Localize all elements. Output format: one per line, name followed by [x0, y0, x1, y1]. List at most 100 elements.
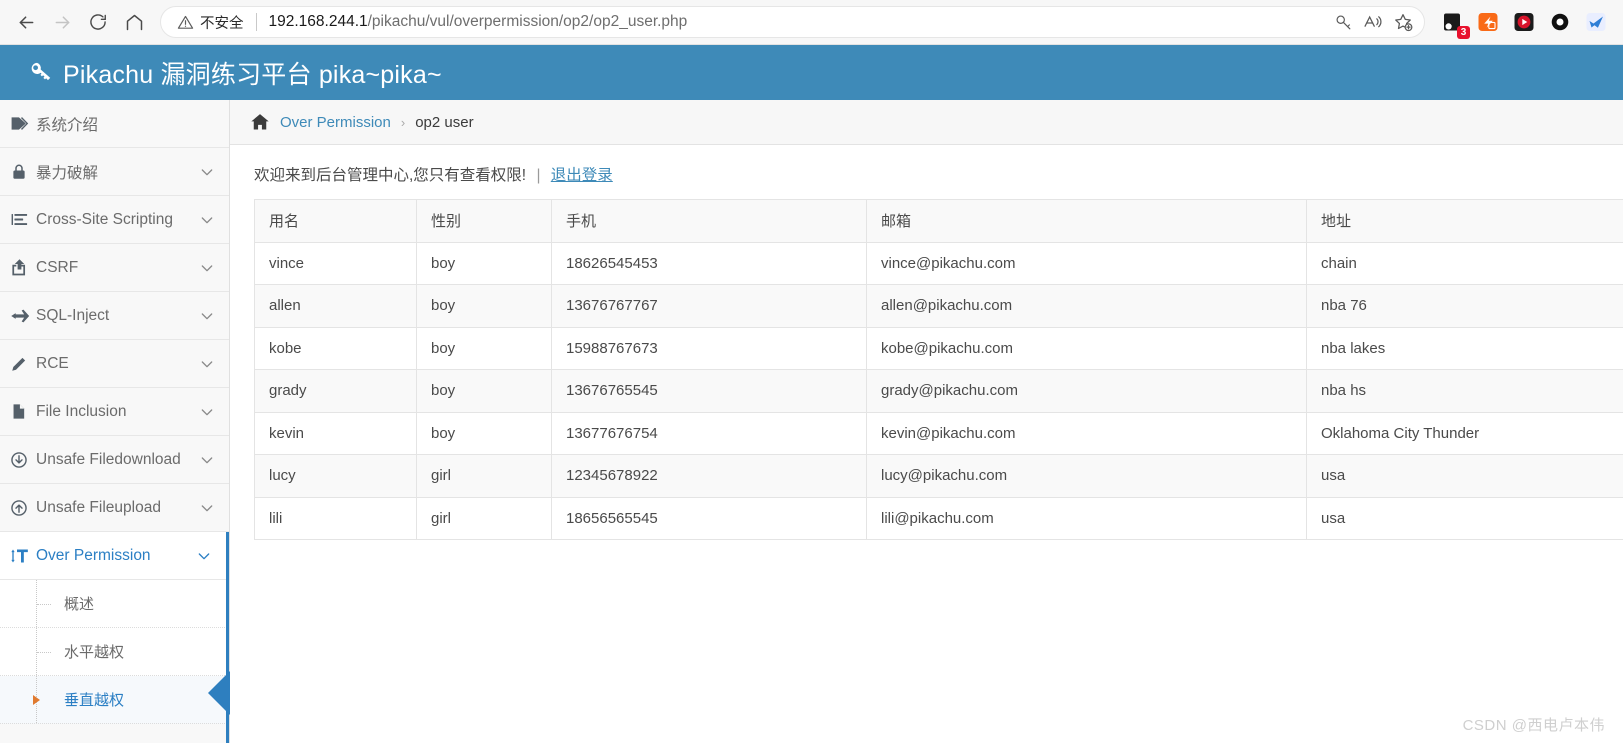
breadcrumb: Over Permission › op2 user: [230, 100, 1623, 145]
home-icon[interactable]: [250, 112, 270, 132]
read-aloud-icon[interactable]: [1358, 7, 1388, 37]
breadcrumb-parent-link[interactable]: Over Permission: [280, 114, 391, 131]
cell-username: vince: [254, 241, 417, 285]
chevron-down-icon[interactable]: [199, 404, 215, 420]
sidebar-item-label: 暴力破解: [36, 164, 99, 182]
cell-address: usa: [1306, 496, 1623, 540]
cell-gender: boy: [416, 241, 552, 285]
cell-email: kevin@pikachu.com: [866, 411, 1307, 455]
url-text[interactable]: 192.168.244.1/pikachu/vul/overpermission…: [269, 13, 1329, 31]
chevron-down-icon[interactable]: [199, 500, 215, 516]
sidebar-active-pointer-icon: [208, 671, 230, 715]
sidebar-subitem-overview[interactable]: 概述: [0, 580, 229, 628]
sidebar-item-rce[interactable]: RCE: [0, 340, 229, 388]
cell-address: usa: [1306, 454, 1623, 498]
column-header-phone: 手机: [551, 199, 867, 243]
home-button[interactable]: [116, 4, 152, 40]
cell-gender: girl: [416, 454, 552, 498]
sidebar-item-system-intro[interactable]: 系统介绍: [0, 100, 229, 148]
pencil-icon: [10, 355, 36, 373]
chevron-down-icon[interactable]: [199, 452, 215, 468]
cell-username: kevin: [254, 411, 417, 455]
collections-extension-icon[interactable]: 3: [1439, 9, 1470, 39]
breadcrumb-separator-icon: ›: [400, 114, 406, 130]
cell-email: lili@pikachu.com: [866, 496, 1307, 540]
sidebar-item-file-inclusion[interactable]: File Inclusion: [0, 388, 229, 436]
user-table-container: 用名 性别 手机 邮箱 地址 vince boy 18626545453 vin…: [230, 199, 1623, 540]
table-row: grady boy 13676765545 grady@pikachu.com …: [254, 369, 1623, 413]
cell-phone: 12345678922: [551, 454, 867, 498]
page-title: Pikachu 漏洞练习平台 pika~pika~: [63, 60, 442, 89]
sidebar-item-brute-force[interactable]: 暴力破解: [0, 148, 229, 196]
app-header: Pikachu 漏洞练习平台 pika~pika~: [0, 45, 1623, 100]
text-height-icon: [10, 546, 36, 566]
cell-address: chain: [1306, 241, 1623, 285]
sidebar-item-label: Unsafe Filedownload: [36, 450, 181, 468]
key-icon[interactable]: [1328, 7, 1358, 37]
table-row: lili girl 18656565545 lili@pikachu.com u…: [254, 496, 1623, 540]
page-shell: 系统介绍 暴力破解 Cross-Site Scripting CSRF SQL-…: [0, 100, 1623, 743]
cell-email: lucy@pikachu.com: [866, 454, 1307, 498]
sidebar-item-label: File Inclusion: [36, 402, 127, 420]
chevron-down-icon[interactable]: [196, 548, 212, 564]
blue-bird-extension-icon[interactable]: [1583, 9, 1609, 35]
sidebar-item-label: Over Permission: [36, 546, 151, 564]
cell-username: lucy: [254, 454, 417, 498]
chevron-down-icon[interactable]: [199, 164, 215, 180]
key-icon: [28, 60, 53, 85]
lock-icon: [10, 163, 36, 181]
sidebar-subitem-vertical-privilege[interactable]: 垂直越权: [0, 676, 229, 724]
sidebar-item-unsafe-filedownload[interactable]: Unsafe Filedownload: [0, 436, 229, 484]
sidebar-subitem-horizontal-privilege[interactable]: 水平越权: [0, 628, 229, 676]
sidebar-item-sql-inject[interactable]: SQL-Inject: [0, 292, 229, 340]
welcome-divider: |: [536, 167, 541, 184]
forward-button[interactable]: [44, 4, 80, 40]
sidebar-item-over-permission[interactable]: Over Permission: [0, 532, 229, 580]
column-header-gender: 性别: [416, 199, 552, 243]
column-header-email: 邮箱: [866, 199, 1307, 243]
table-row: lucy girl 12345678922 lucy@pikachu.com u…: [254, 454, 1623, 498]
video-extension-icon[interactable]: [1511, 9, 1537, 35]
sidebar-item-unsafe-fileupload[interactable]: Unsafe Fileupload: [0, 484, 229, 532]
chevron-down-icon[interactable]: [199, 356, 215, 372]
cell-username: kobe: [254, 326, 417, 370]
table-row: kevin boy 13677676754 kevin@pikachu.com …: [254, 411, 1623, 455]
cell-username: lili: [254, 496, 417, 540]
back-button[interactable]: [8, 4, 44, 40]
align-left-icon: [10, 210, 36, 229]
not-secure-warning-icon: [177, 14, 194, 31]
sidebar: 系统介绍 暴力破解 Cross-Site Scripting CSRF SQL-…: [0, 100, 230, 743]
cell-address: Oklahoma City Thunder: [1306, 411, 1623, 455]
logout-link[interactable]: 退出登录: [551, 167, 613, 184]
cell-gender: boy: [416, 326, 552, 370]
chevron-down-icon[interactable]: [199, 212, 215, 228]
table-row: allen boy 13676767767 allen@pikachu.com …: [254, 284, 1623, 328]
add-favorite-icon[interactable]: [1388, 7, 1418, 37]
sidebar-item-label: CSRF: [36, 258, 79, 276]
sidebar-subitem-label: 垂直越权: [64, 692, 125, 709]
ring-extension-icon[interactable]: [1547, 9, 1573, 35]
paper-plane-icon: [10, 306, 36, 326]
address-bar[interactable]: 不安全 192.168.244.1/pikachu/vul/overpermis…: [160, 6, 1425, 38]
sidebar-subitem-label: 概述: [64, 596, 95, 613]
extension-badge-count: 3: [1457, 26, 1470, 39]
reload-button[interactable]: [80, 4, 116, 40]
chevron-down-icon[interactable]: [199, 260, 215, 276]
welcome-message: 欢迎来到后台管理中心,您只有查看权限!: [254, 167, 527, 184]
cell-gender: boy: [416, 369, 552, 413]
orange-extension-icon[interactable]: [1475, 9, 1501, 35]
url-host: 192.168.244.1: [268, 13, 368, 30]
chevron-down-icon[interactable]: [199, 308, 215, 324]
cell-phone: 13677676754: [551, 411, 867, 455]
share-icon: [10, 258, 36, 277]
column-header-username: 用名: [254, 199, 417, 243]
cell-address: nba 76: [1306, 284, 1623, 328]
sidebar-item-label: Cross-Site Scripting: [36, 210, 173, 228]
sidebar-item-csrf[interactable]: CSRF: [0, 244, 229, 292]
cell-phone: 13676767767: [551, 284, 867, 328]
cell-email: vince@pikachu.com: [866, 241, 1307, 285]
tag-icon: [10, 114, 36, 133]
main-content: Over Permission › op2 user 欢迎来到后台管理中心,您只…: [230, 100, 1623, 743]
watermark: CSDN @西电卢本伟: [1462, 717, 1605, 734]
sidebar-item-cross-site-scripting[interactable]: Cross-Site Scripting: [0, 196, 229, 244]
